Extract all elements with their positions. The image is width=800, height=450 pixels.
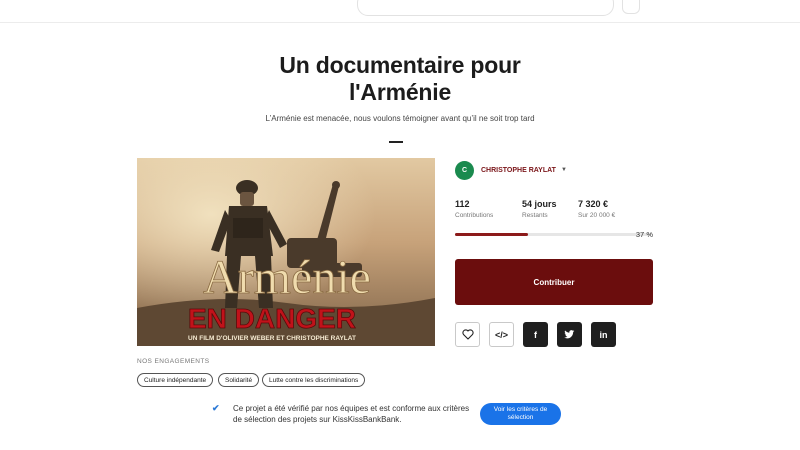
contributions-value: 112: [455, 199, 470, 209]
engagement-tag[interactable]: Culture indépendante: [137, 373, 214, 387]
project-video[interactable]: Arménie EN DANGER UN FILM D'OLIVIER WEBE…: [137, 158, 435, 346]
twitter-icon: [564, 330, 575, 339]
project-title-line-1: Un documentaire pour: [279, 52, 521, 78]
nav-icon-button[interactable]: [622, 0, 640, 14]
amount-label: Sur 20 000 €: [578, 212, 616, 219]
poster-title-main: Arménie: [203, 251, 371, 304]
stat-days-left: 54 jours Restants: [522, 199, 557, 219]
facebook-icon: f: [534, 329, 537, 340]
top-nav-bar: [0, 0, 800, 23]
engagement-tag[interactable]: Lutte contre les discriminations: [262, 373, 366, 387]
contributions-label: Contributions: [455, 212, 494, 219]
video-poster-image: Arménie EN DANGER UN FILM D'OLIVIER WEBE…: [137, 158, 435, 346]
project-title: Un documentaire pour l'Arménie: [200, 52, 600, 106]
creator-menu[interactable]: C CHRISTOPHE RAYLAT ▼: [455, 160, 567, 180]
title-divider: [389, 141, 403, 143]
stat-contributions: 112 Contributions: [455, 199, 493, 219]
engagement-tag[interactable]: Solidarité: [218, 373, 260, 387]
share-facebook-button[interactable]: f: [523, 322, 548, 347]
selection-criteria-button[interactable]: Voir les critères de sélection: [480, 403, 561, 425]
poster-title-sub: EN DANGER: [188, 303, 356, 334]
creator-avatar: C: [455, 160, 474, 180]
amount-value: 7 320 €: [578, 199, 609, 209]
contribute-button[interactable]: Contribuer: [455, 259, 653, 305]
embed-button[interactable]: </>: [489, 322, 514, 347]
heart-icon: [461, 329, 474, 340]
verification-text: Ce projet a été vérifié par nos équipes …: [233, 404, 470, 424]
creator-name: CHRISTOPHE RAYLAT: [481, 166, 556, 174]
share-twitter-button[interactable]: [557, 322, 582, 347]
engagements-title: NOS ENGAGEMENTS: [137, 358, 210, 365]
search-bar[interactable]: [357, 0, 614, 16]
funding-percent: 37 %: [635, 230, 653, 239]
stat-amount: 7 320 € Sur 20 000 €: [578, 199, 615, 219]
linkedin-icon: in: [599, 329, 608, 340]
share-linkedin-button[interactable]: in: [591, 322, 616, 347]
embed-icon: </>: [494, 329, 508, 340]
poster-credits: UN FILM D'OLIVIER WEBER ET CHRISTOPHE RA…: [188, 335, 356, 342]
days-value: 54 jours: [522, 199, 557, 209]
favorite-button[interactable]: [455, 322, 480, 347]
funding-progress-fill: [455, 233, 528, 236]
project-title-line-2: l'Arménie: [348, 79, 452, 105]
chevron-down-icon: ▼: [560, 167, 567, 173]
verified-check-icon: ✔: [212, 403, 220, 413]
days-label: Restants: [522, 212, 548, 219]
project-subtitle: L’Arménie est menacée, nous voulons témo…: [265, 114, 535, 123]
